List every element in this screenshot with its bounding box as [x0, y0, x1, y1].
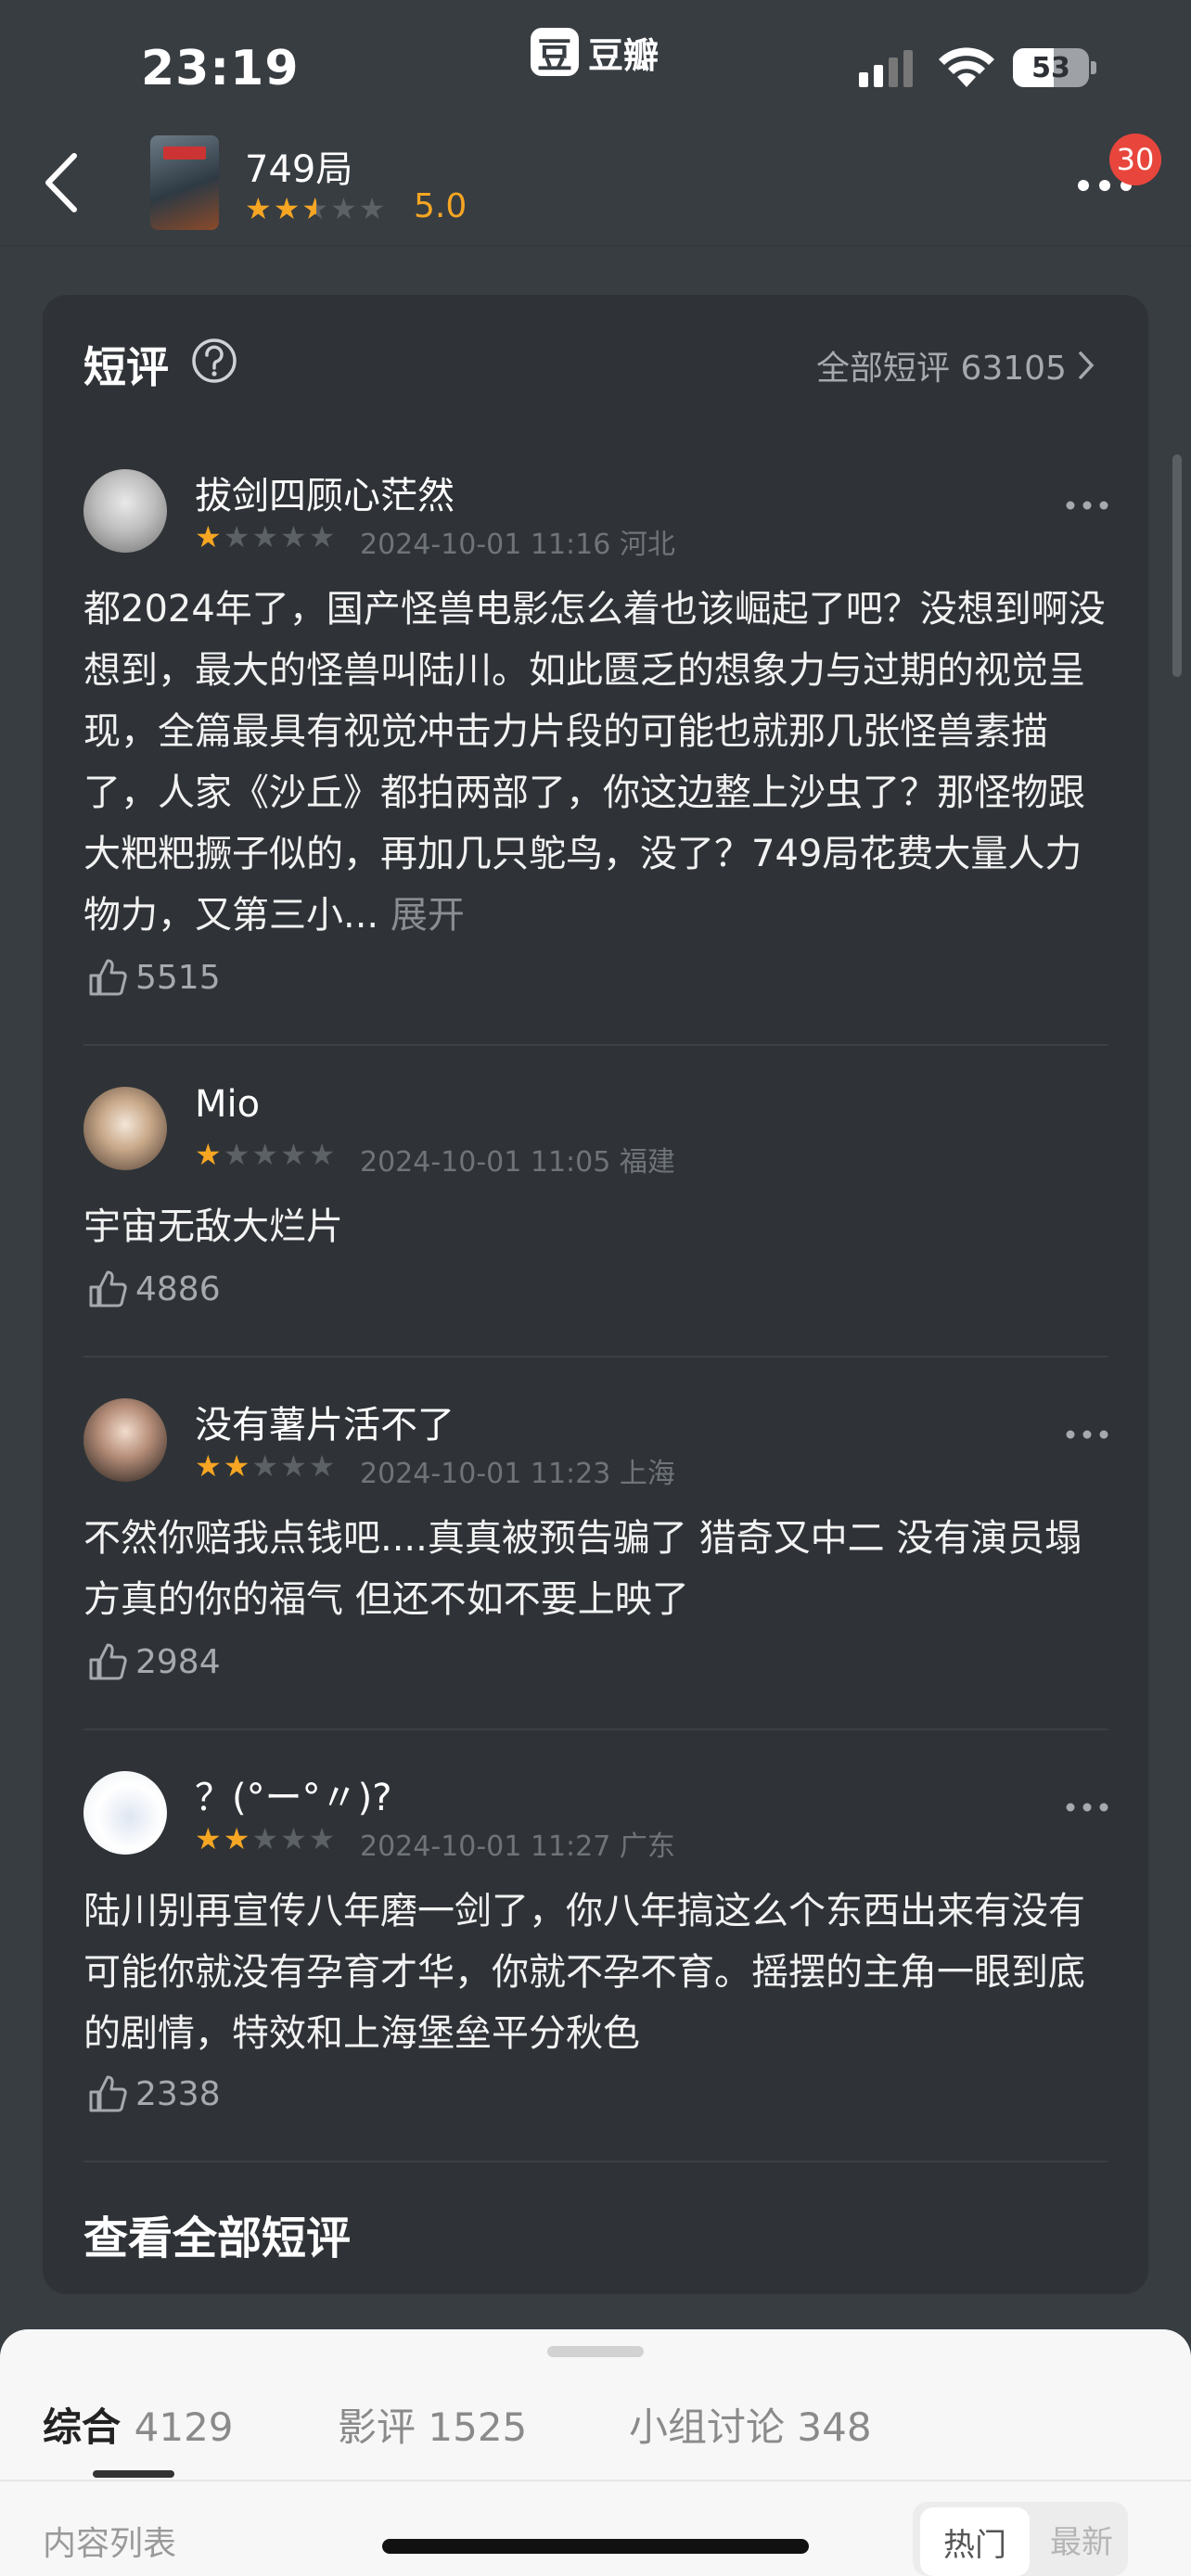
reviewer-name[interactable]: Mio: [195, 1083, 260, 1126]
review-text: 陆川别再宣传八年磨一剑了，你八年搞这么个东西出来有没有可能你就没有孕育才华，你就…: [83, 1890, 1085, 2055]
tab-group-discussions[interactable]: 小组讨论 348: [629, 2396, 872, 2453]
tab-overview[interactable]: 综合 4129: [43, 2396, 234, 2453]
tab-count: 348: [797, 2404, 872, 2450]
more-icon[interactable]: [1065, 1428, 1109, 1441]
tab-reviews[interactable]: 影评 1525: [338, 2396, 527, 2453]
section-title: 短评: [83, 342, 169, 392]
divider: [0, 2480, 1191, 2481]
back-icon[interactable]: [41, 150, 82, 215]
reviewer-name[interactable]: 拔剑四顾心茫然: [195, 465, 455, 519]
sort-new-button[interactable]: 最新: [1050, 2517, 1113, 2562]
tab-count: 1525: [428, 2404, 528, 2450]
like-button[interactable]: 5515: [87, 957, 221, 998]
review-meta: 2024-10-01 11:27 广东: [360, 1830, 675, 1863]
review-stars: ★★★★★: [195, 1448, 338, 1484]
thumb-up-icon: [89, 1270, 127, 1307]
movie-title: 749局: [245, 148, 353, 191]
review-stars: ★★★★★: [195, 519, 338, 555]
help-icon[interactable]: [191, 338, 237, 384]
divider: [83, 2161, 1108, 2162]
expand-link[interactable]: 展开: [391, 894, 465, 937]
tab-indicator: [93, 2470, 174, 2478]
review-text: 宇宙无敌大烂片: [83, 1205, 343, 1248]
divider: [83, 1356, 1108, 1358]
avatar[interactable]: [83, 1087, 167, 1170]
app-name: 豆瓣: [588, 34, 660, 76]
reviewer-name[interactable]: ？(°ー°〃)?: [195, 1767, 391, 1821]
signal-icon: [859, 50, 913, 87]
wifi-icon: [939, 47, 994, 87]
thumb-up-icon: [89, 1643, 127, 1680]
avatar[interactable]: [83, 1398, 167, 1482]
tab-label: 综合: [43, 2404, 122, 2450]
more-icon[interactable]: [1065, 499, 1109, 512]
all-reviews-label: 全部短评 63105: [816, 350, 1067, 388]
divider: [83, 1044, 1108, 1046]
review-meta: 2024-10-01 11:16 河北: [360, 529, 675, 561]
like-count: 5515: [135, 958, 221, 997]
thumb-up-icon: [89, 2075, 127, 2112]
thumb-up-icon: [89, 959, 127, 996]
home-indicator[interactable]: [382, 2539, 809, 2554]
tab-label: 影评: [338, 2404, 416, 2450]
movie-rating-stars: ★★★★★★: [245, 191, 388, 226]
app-indicator[interactable]: 豆 豆瓣: [531, 26, 659, 78]
battery-icon: 53: [1013, 46, 1098, 89]
status-time: 23:19: [141, 41, 300, 96]
scrollbar[interactable]: [1172, 454, 1182, 677]
sort-hot-button[interactable]: 热门: [920, 2507, 1030, 2576]
review-text: 都2024年了，国产怪兽电影怎么着也该崛起了吧？没想到啊没想到，最大的怪兽叫陆川…: [83, 588, 1106, 937]
review-meta: 2024-10-01 11:05 福建: [360, 1146, 675, 1179]
divider: [83, 1728, 1108, 1730]
see-all-reviews-button[interactable]: 查看全部短评: [83, 2201, 351, 2266]
review-stars: ★★★★★: [195, 1821, 338, 1856]
tab-label: 小组讨论: [629, 2404, 786, 2450]
reviewer-name[interactable]: 没有薯片活不了: [195, 1395, 455, 1448]
all-reviews-link[interactable]: 全部短评 63105: [816, 341, 1095, 389]
battery-level: 53: [1031, 51, 1070, 84]
like-count: 2338: [135, 2074, 221, 2113]
content-list-label: 内容列表: [43, 2525, 177, 2563]
like-button[interactable]: 4886: [87, 1269, 221, 1309]
sheet-drag-handle[interactable]: [547, 2346, 644, 2357]
more-icon[interactable]: [1065, 1801, 1109, 1814]
review-stars: ★★★★★: [195, 1137, 338, 1172]
douban-logo-icon: 豆: [531, 28, 579, 76]
avatar[interactable]: [83, 469, 167, 553]
like-count: 2984: [135, 1642, 221, 1681]
movie-score: 5.0: [414, 187, 467, 225]
movie-poster[interactable]: [150, 135, 219, 230]
tab-count: 4129: [134, 2404, 234, 2450]
review-text: 不然你赔我点钱吧....真真被预告骗了 猎奇又中二 没有演员塌方真的你的福气 但…: [83, 1517, 1082, 1621]
chevron-right-icon: [1079, 351, 1095, 379]
header-divider: [0, 245, 1191, 247]
like-count: 4886: [135, 1269, 221, 1308]
like-button[interactable]: 2338: [87, 2073, 221, 2114]
avatar[interactable]: [83, 1771, 167, 1855]
review-meta: 2024-10-01 11:23 上海: [360, 1458, 675, 1490]
notification-badge: 30: [1109, 134, 1161, 185]
like-button[interactable]: 2984: [87, 1641, 221, 1682]
